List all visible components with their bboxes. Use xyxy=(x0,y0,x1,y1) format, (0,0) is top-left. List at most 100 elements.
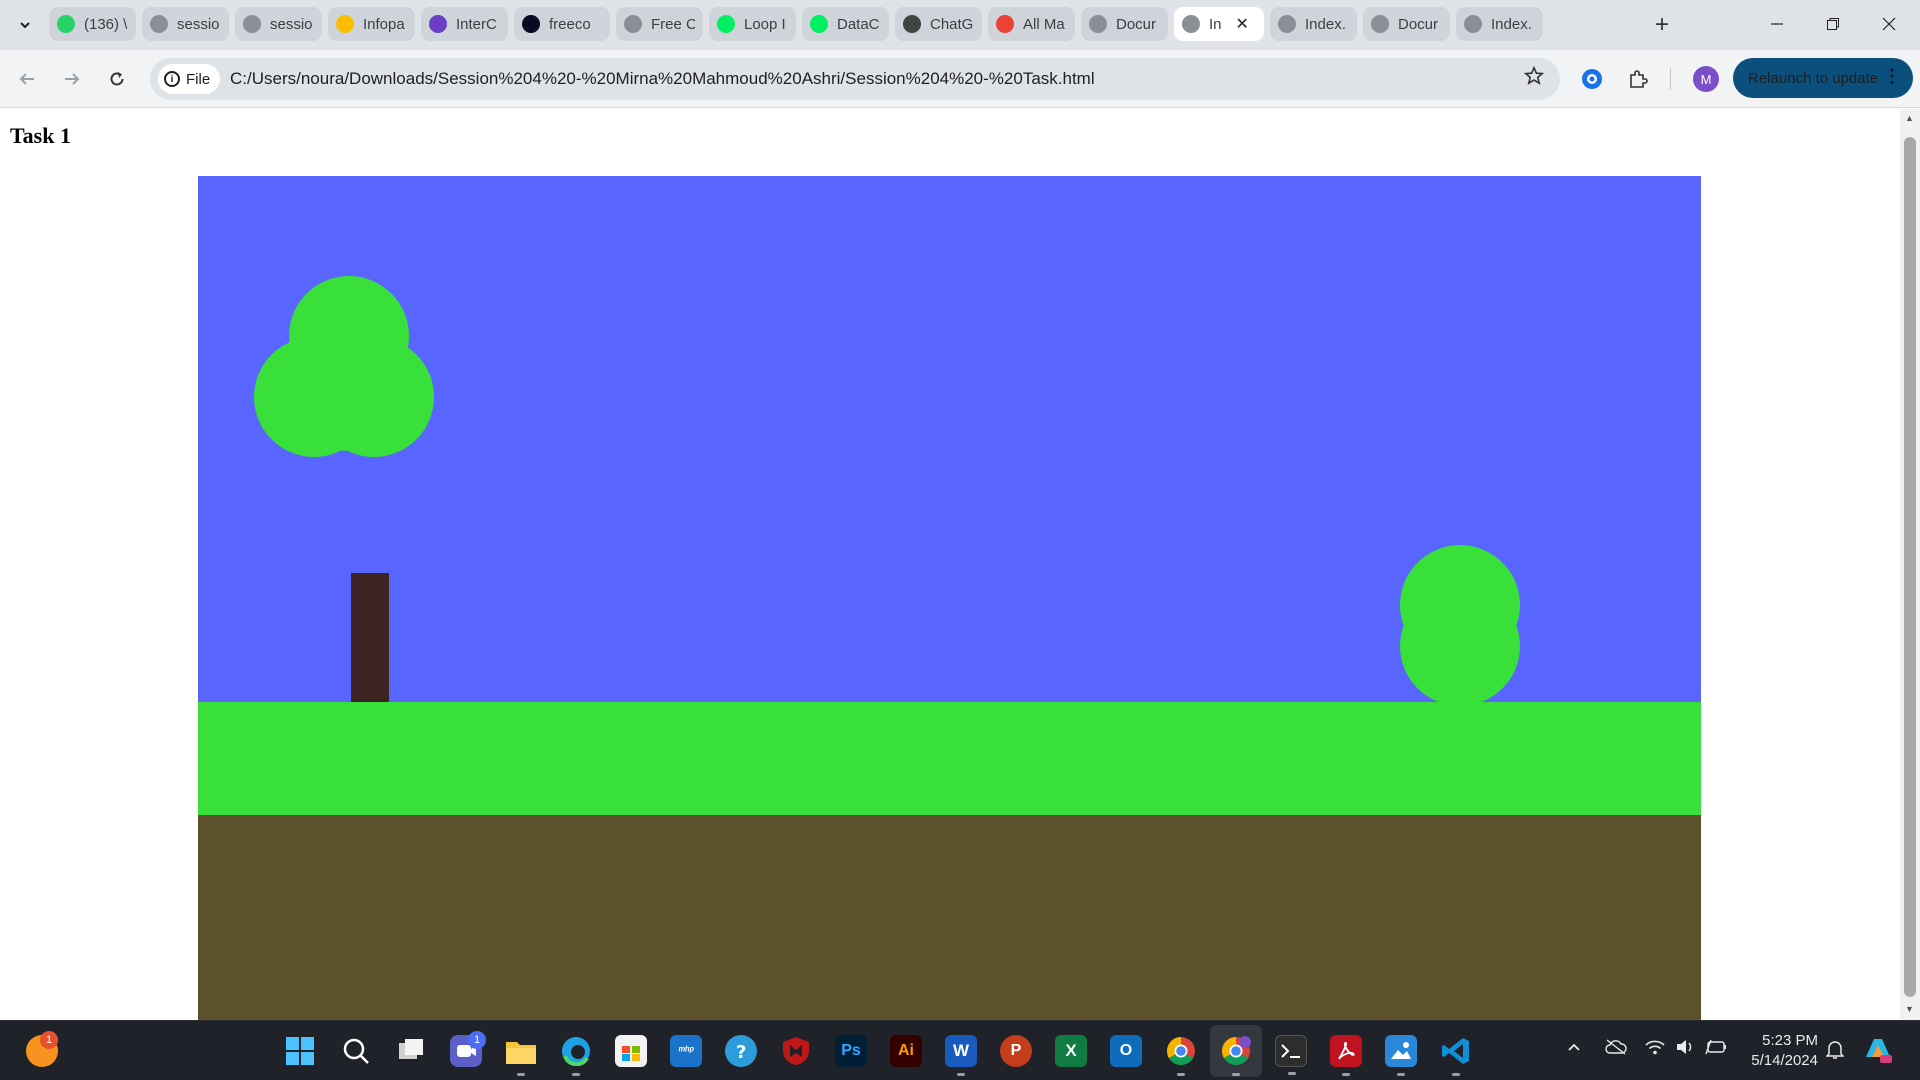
globe-icon xyxy=(1089,15,1107,33)
terminal-app[interactable] xyxy=(1275,1035,1307,1075)
globe-icon xyxy=(1182,15,1200,33)
word-app[interactable]: W xyxy=(945,1035,977,1076)
battery-icon xyxy=(1705,1039,1726,1055)
reload-icon xyxy=(110,72,124,86)
forward-button[interactable] xyxy=(58,65,86,93)
landscape-scene xyxy=(198,176,1701,1020)
vscode-app[interactable] xyxy=(1440,1035,1472,1076)
tab[interactable]: (136) \ xyxy=(49,7,136,41)
tab-title: DataC xyxy=(837,15,880,33)
edge-browser-app[interactable] xyxy=(560,1035,592,1076)
restore-icon xyxy=(1827,18,1839,30)
tab-search-button[interactable] xyxy=(10,12,40,38)
svg-text:?: ? xyxy=(736,1042,746,1061)
reload-button[interactable] xyxy=(103,65,131,93)
task-view-button[interactable] xyxy=(395,1035,427,1067)
close-window-button[interactable] xyxy=(1869,8,1909,40)
extensions-button[interactable] xyxy=(1624,65,1652,93)
tab[interactable]: ChatG xyxy=(895,7,982,41)
restore-button[interactable] xyxy=(1813,8,1853,40)
tab[interactable]: All Ma xyxy=(988,7,1075,41)
photoshop-app[interactable]: Ps xyxy=(835,1035,867,1067)
page-scrollbar[interactable]: ▲ ▼ xyxy=(1900,109,1920,1020)
photoshop-icon: Ps xyxy=(841,1042,861,1059)
whatsapp-icon xyxy=(57,15,75,33)
arrow-left-icon xyxy=(19,73,34,85)
shield-icon xyxy=(783,1037,809,1065)
tab[interactable]: Index. xyxy=(1270,7,1357,41)
tab[interactable]: freeco xyxy=(514,7,610,41)
cloud-icon xyxy=(1605,1039,1627,1055)
powerpoint-icon: P xyxy=(1010,1042,1022,1059)
outlook-icon: O xyxy=(1119,1042,1133,1059)
chrome-profile-icon xyxy=(1222,1036,1251,1065)
tab[interactable]: Docur xyxy=(1363,7,1450,41)
url-text[interactable]: C:/Users/noura/Downloads/Session%204%20-… xyxy=(230,69,1095,89)
relaunch-to-update-button[interactable]: Relaunch to update ⋮ xyxy=(1733,58,1913,98)
word-icon: W xyxy=(952,1041,970,1060)
tab[interactable]: sessio xyxy=(142,7,229,41)
tab[interactable]: Infopa xyxy=(328,7,415,41)
address-bar[interactable]: i File C:/Users/noura/Downloads/Session%… xyxy=(150,58,1560,100)
translate-extension-button[interactable] xyxy=(1578,65,1606,93)
wifi-tray-icon[interactable] xyxy=(1645,1039,1665,1060)
tree-foliage-center xyxy=(294,341,404,451)
tab[interactable]: sessio xyxy=(235,7,322,41)
windows-taskbar: 1 1 ᵐʰᵖ ? Ps Ai W P X O 5:23 PM 5/14/202… xyxy=(0,1020,1920,1080)
tree-trunk xyxy=(351,573,389,702)
tab[interactable]: Index. xyxy=(1456,7,1543,41)
search-taskbar-button[interactable] xyxy=(340,1035,372,1067)
terminal-icon xyxy=(1281,1044,1300,1058)
site-info-chip[interactable]: i File xyxy=(158,64,221,94)
edge-icon xyxy=(562,1037,590,1066)
excel-app[interactable]: X xyxy=(1055,1035,1087,1067)
scroll-down-arrow-icon[interactable]: ▼ xyxy=(1905,1004,1914,1014)
copilot-button[interactable] xyxy=(1862,1033,1894,1070)
new-tab-button[interactable]: + xyxy=(1648,11,1676,39)
file-explorer-app[interactable] xyxy=(505,1035,537,1076)
back-button[interactable] xyxy=(13,65,41,93)
taskbar-clock[interactable]: 5:23 PM 5/14/2024 xyxy=(1738,1031,1818,1071)
profile-avatar[interactable]: M xyxy=(1693,66,1719,92)
microsoft-store-app[interactable] xyxy=(615,1035,647,1067)
tab[interactable]: Free C xyxy=(616,7,703,41)
copilot-icon xyxy=(1866,1039,1892,1063)
excel-icon: X xyxy=(1065,1041,1077,1060)
myhp-logo-icon: ᵐʰᵖ xyxy=(678,1045,694,1057)
scroll-up-arrow-icon[interactable]: ▲ xyxy=(1905,113,1914,123)
star-icon xyxy=(1523,65,1545,85)
tab[interactable]: Docur xyxy=(1081,7,1168,41)
illustrator-app[interactable]: Ai xyxy=(890,1035,922,1067)
help-app[interactable]: ? xyxy=(725,1035,757,1067)
browser-toolbar: i File C:/Users/noura/Downloads/Session%… xyxy=(0,50,1920,108)
tab-title: (136) \ xyxy=(84,15,128,33)
bookmark-star-button[interactable] xyxy=(1523,65,1545,92)
show-hidden-icons-button[interactable] xyxy=(1566,1039,1582,1060)
battery-tray-icon[interactable] xyxy=(1705,1039,1727,1060)
tab[interactable]: Loop I xyxy=(709,7,796,41)
minimize-button[interactable] xyxy=(1757,8,1797,40)
tab-title: Loop I xyxy=(744,15,786,33)
scroll-thumb[interactable] xyxy=(1904,137,1916,997)
list-icon xyxy=(429,15,447,33)
chevron-down-icon xyxy=(20,22,30,29)
powerpoint-app[interactable]: P xyxy=(1000,1035,1032,1067)
outlook-app[interactable]: O xyxy=(1110,1035,1142,1067)
tab-title: Docur xyxy=(1116,15,1157,33)
chrome-profile-app[interactable] xyxy=(1220,1035,1252,1076)
notifications-button[interactable] xyxy=(1825,1039,1845,1064)
windows-logo-icon xyxy=(286,1037,314,1065)
volume-tray-icon[interactable] xyxy=(1675,1039,1695,1060)
onedrive-tray-icon[interactable] xyxy=(1605,1039,1627,1060)
photos-app[interactable] xyxy=(1385,1035,1417,1076)
clock-time: 5:23 PM xyxy=(1762,1032,1818,1049)
tab[interactable]: InterC xyxy=(421,7,508,41)
close-tab-icon[interactable]: ✕ xyxy=(1236,14,1249,34)
start-button[interactable] xyxy=(284,1035,316,1067)
tab-active[interactable]: In ✕ xyxy=(1174,7,1264,41)
chrome-app[interactable] xyxy=(1165,1035,1197,1076)
acrobat-app[interactable] xyxy=(1330,1035,1362,1076)
myhp-app[interactable]: ᵐʰᵖ xyxy=(670,1035,702,1067)
mcafee-app[interactable] xyxy=(780,1035,812,1067)
tab[interactable]: DataC xyxy=(802,7,889,41)
